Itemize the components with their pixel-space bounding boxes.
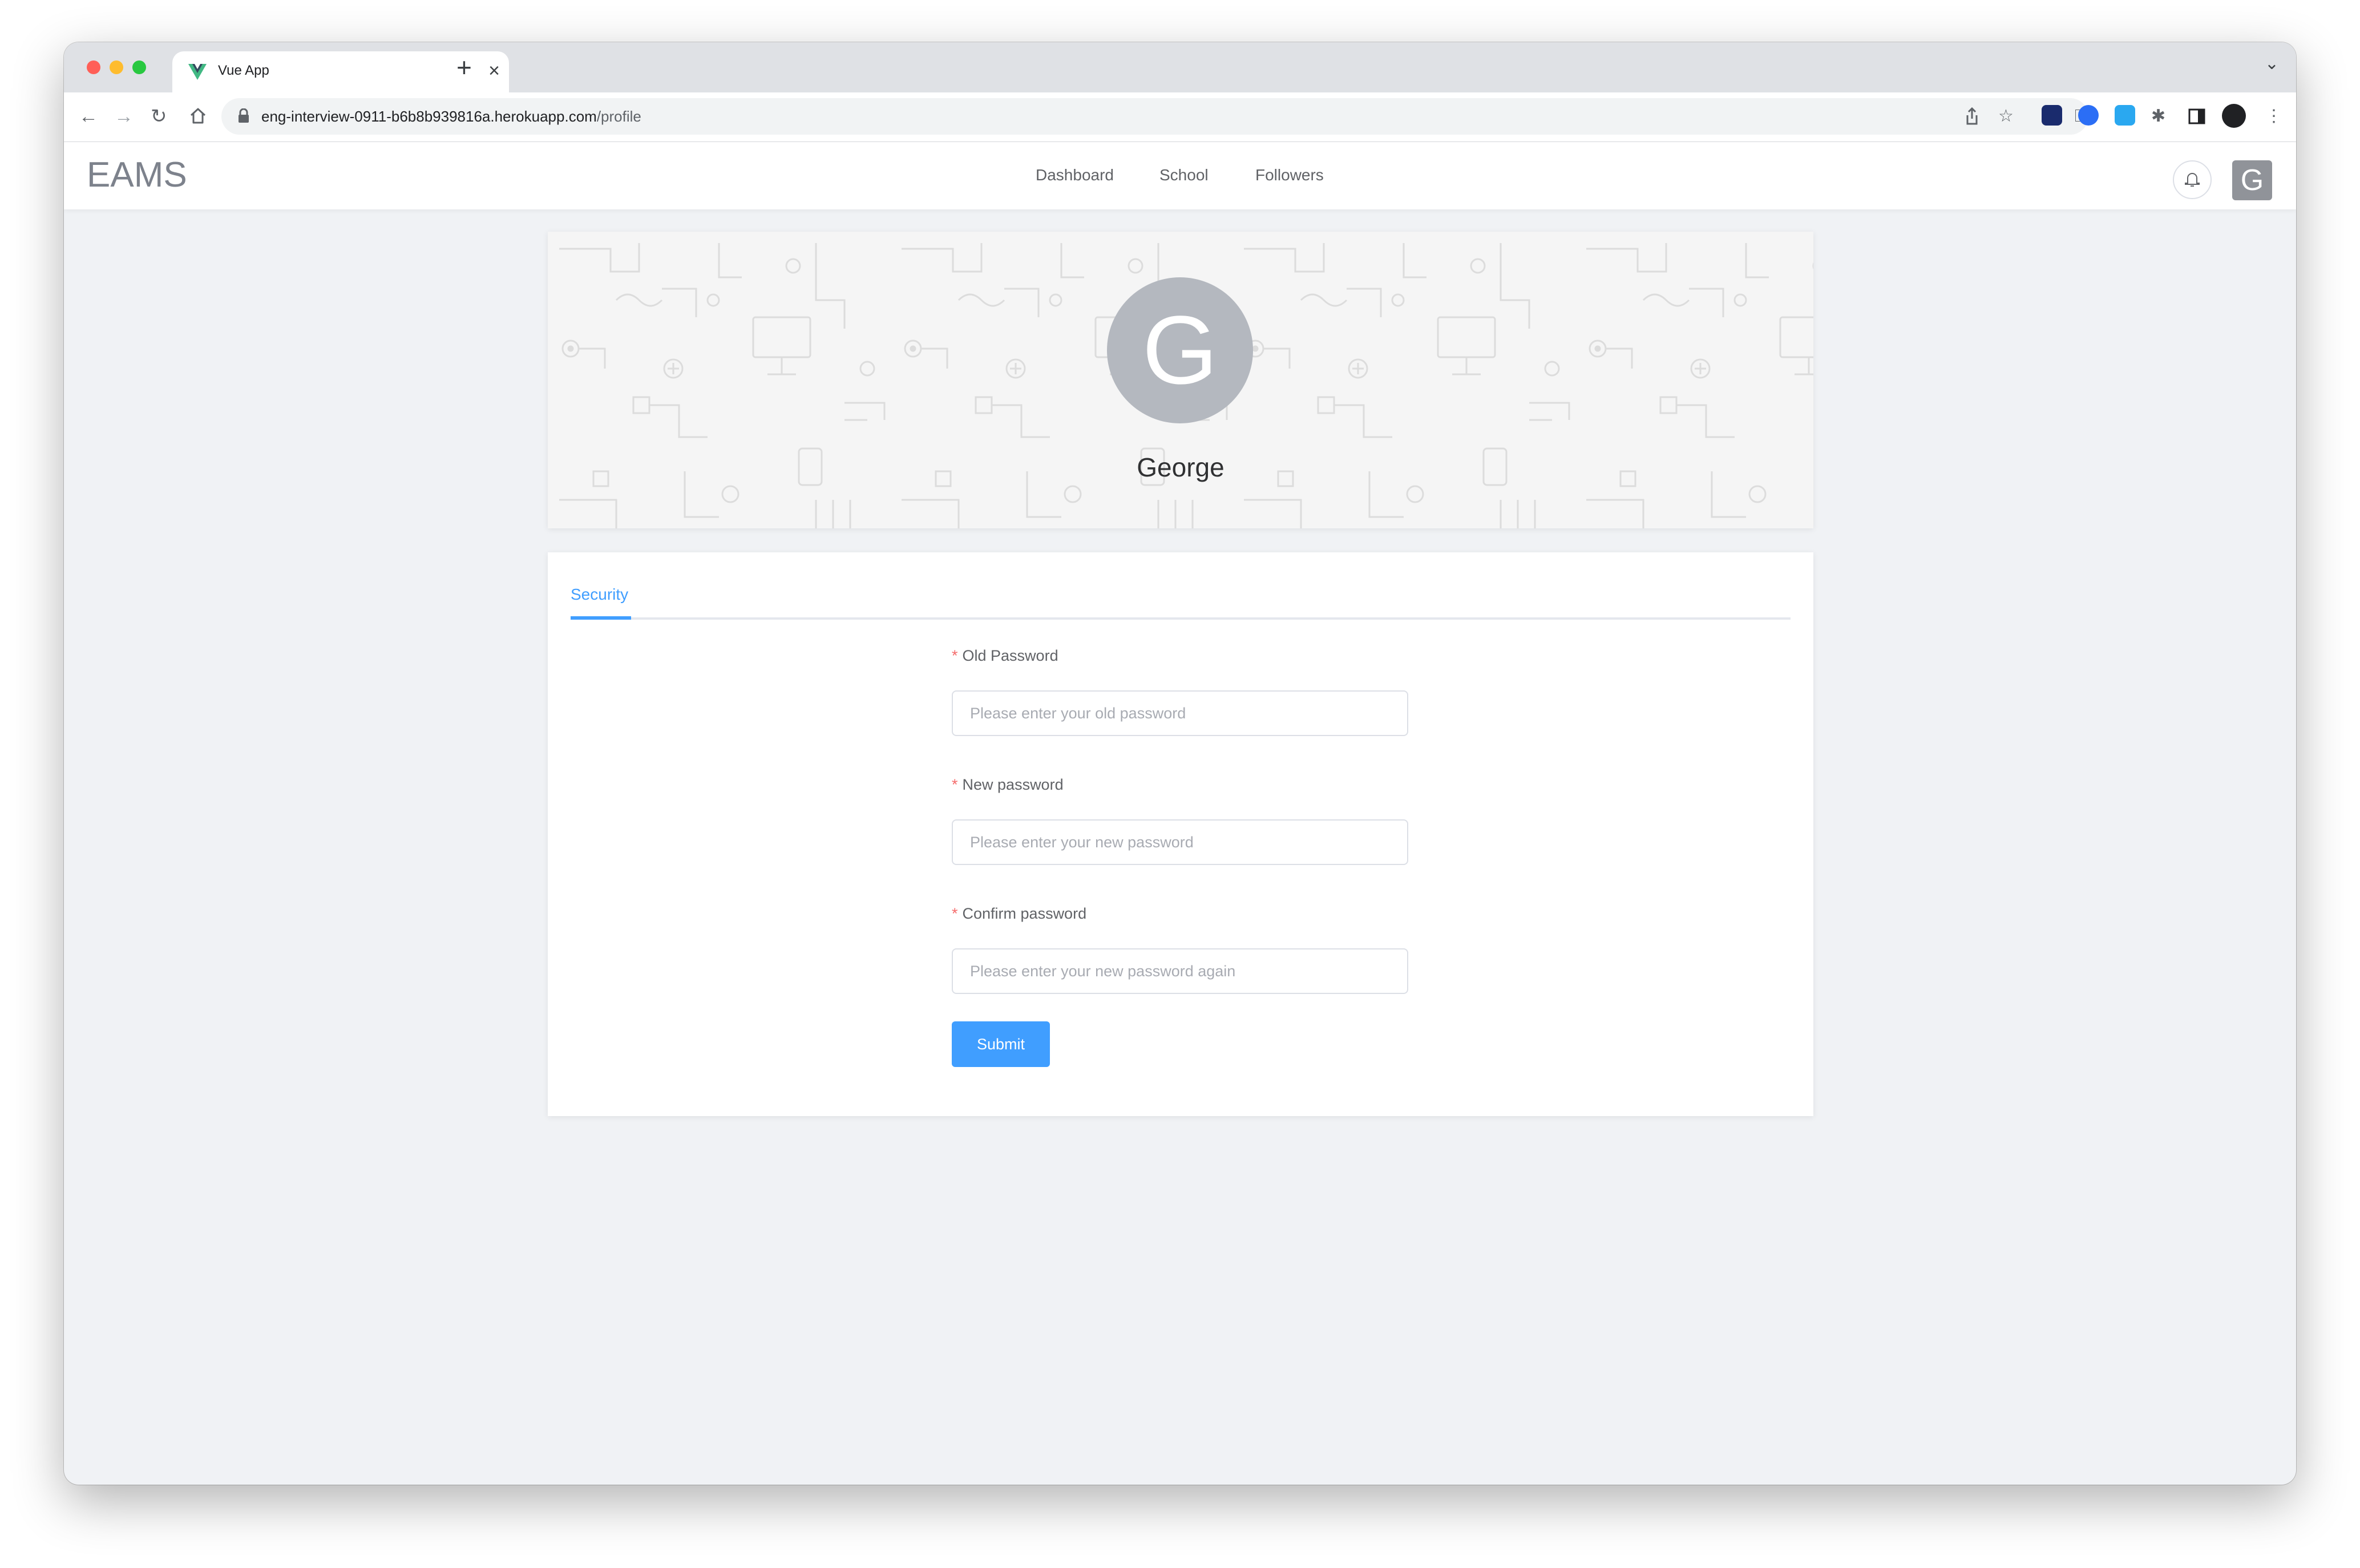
star-icon[interactable]: ☆ [1998, 105, 2014, 128]
app-logo[interactable]: EAMS [87, 155, 187, 195]
forward-icon[interactable]: → [114, 105, 134, 128]
url-path: /profile [596, 108, 641, 125]
old-password-label-text: Old Password [962, 647, 1058, 664]
tab-search-chevron-icon[interactable]: ⌄ [2265, 54, 2279, 74]
sidebar-icon[interactable] [2188, 107, 2206, 126]
menu-icon[interactable]: ⋮ [2265, 105, 2282, 128]
home-icon[interactable] [188, 106, 208, 126]
lock-icon[interactable] [237, 108, 250, 123]
old-password-label: * Old Password [952, 647, 1058, 665]
close-window-button[interactable] [87, 60, 100, 74]
bell-icon [2185, 173, 2200, 187]
url-text[interactable]: eng-interview-0911-b6b8b939816a.herokuap… [261, 108, 641, 126]
address-bar[interactable]: eng-interview-0911-b6b8b939816a.herokuap… [221, 98, 2088, 135]
extension-icon[interactable] [2078, 105, 2099, 126]
browser-toolbar: ← → ↻ eng-interview-0911-b6b8b939816a.he… [64, 92, 2296, 142]
extension-icon[interactable] [2115, 105, 2135, 126]
zoom-window-button[interactable] [132, 60, 146, 74]
nav-dashboard[interactable]: Dashboard [1036, 166, 1114, 184]
notification-button[interactable] [2173, 160, 2212, 199]
required-marker: * [952, 905, 958, 922]
new-tab-icon[interactable]: + [456, 50, 472, 84]
old-password-input[interactable] [952, 690, 1408, 736]
minimize-window-button[interactable] [110, 60, 123, 74]
profile-avatar[interactable]: G [1107, 277, 1253, 423]
profile-icon[interactable] [2222, 104, 2246, 128]
nav-followers[interactable]: Followers [1255, 166, 1324, 184]
profile-banner: G George [548, 232, 1813, 528]
header-avatar[interactable]: G [2232, 160, 2272, 200]
new-password-label: * New password [952, 776, 1064, 794]
tab-strip: Vue App × + ⌄ [64, 42, 2296, 92]
share-icon[interactable] [1962, 106, 1982, 127]
puzzle-icon[interactable]: ✱ [2151, 105, 2165, 128]
url-host: eng-interview-0911-b6b8b939816a.herokuap… [261, 108, 597, 125]
security-card: Security * Old Password * New password * Co… [548, 552, 1813, 1116]
reload-icon[interactable]: ↻ [151, 105, 167, 128]
new-password-input[interactable] [952, 819, 1408, 865]
extension-icon[interactable] [2042, 105, 2062, 126]
tab-title: Vue App [218, 63, 269, 78]
new-password-label-text: New password [962, 776, 1064, 793]
close-tab-icon[interactable]: × [488, 59, 500, 82]
vue-logo-icon [188, 64, 207, 80]
confirm-password-label: * Confirm password [952, 905, 1086, 923]
required-marker: * [952, 776, 958, 793]
required-marker: * [952, 647, 958, 664]
submit-button[interactable]: Submit [952, 1021, 1050, 1067]
tabs-divider [571, 617, 1791, 620]
back-icon[interactable]: ← [79, 105, 98, 128]
confirm-password-input[interactable] [952, 948, 1408, 994]
profile-name: George [1137, 452, 1225, 482]
nav-school[interactable]: School [1159, 166, 1209, 184]
browser-window: Vue App × + ⌄ ← → ↻ eng-interview-0911-b… [64, 42, 2296, 1485]
tab-security[interactable]: Security [571, 585, 628, 604]
active-tab-indicator [571, 616, 631, 620]
app-header: EAMS Dashboard School Followers G [64, 142, 2296, 209]
confirm-password-label-text: Confirm password [962, 905, 1087, 922]
